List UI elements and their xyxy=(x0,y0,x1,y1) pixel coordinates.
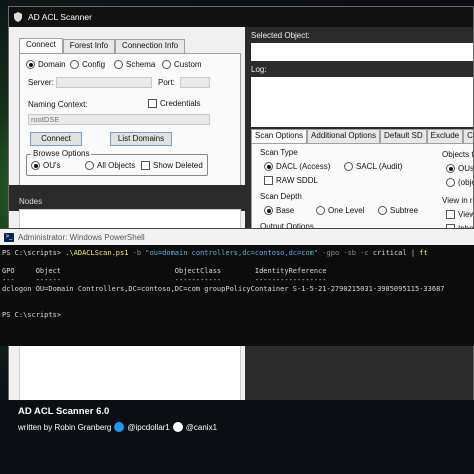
tab-exclude[interactable]: Exclude xyxy=(426,129,464,143)
credits-footer: AD ACL Scanner 6.0 written by Robin Gran… xyxy=(0,400,474,474)
powershell-icon: >_ xyxy=(4,232,14,242)
tab-compare[interactable]: Compa xyxy=(463,129,473,143)
ad-acl-scanner-window: AD ACL Scanner Connect Forest Info Conne… xyxy=(8,6,474,406)
tab-additional-options[interactable]: Additional Options xyxy=(307,129,380,143)
raw-sddl-checkbox[interactable]: RAW SDDL xyxy=(264,176,318,185)
selected-object-field[interactable] xyxy=(251,43,473,61)
output-row: dclogon OU=Domain Controllers,DC=contoso… xyxy=(2,285,445,293)
radio-domain[interactable]: Domain xyxy=(26,60,66,69)
log-label: Log: xyxy=(251,65,267,74)
powershell-titlebar: >_ Administrator: Windows PowerShell xyxy=(0,229,474,245)
window-titlebar: AD ACL Scanner xyxy=(9,7,473,27)
server-label: Server: xyxy=(28,78,54,87)
radio-ous[interactable]: OU's xyxy=(31,161,61,170)
naming-context-label: Naming Context: xyxy=(28,100,88,109)
radio-sacl[interactable]: SACL (Audit) xyxy=(344,162,402,171)
radio-config[interactable]: Config xyxy=(70,60,105,69)
naming-context-input[interactable]: rootDSE xyxy=(28,114,210,125)
radio-ous-target[interactable]: OUs xyxy=(446,164,473,173)
selected-object-label: Selected Object: xyxy=(251,31,310,40)
left-pane: Connect Forest Info Connection Info Doma… xyxy=(9,27,245,405)
browse-options-label: Browse Options xyxy=(31,149,92,158)
port-label: Port: xyxy=(158,78,175,87)
server-input[interactable] xyxy=(56,77,152,88)
product-title: AD ACL Scanner 6.0 xyxy=(18,406,110,417)
tab-connection-info[interactable]: Connection Info xyxy=(115,39,186,53)
tab-connect[interactable]: Connect xyxy=(19,38,63,53)
command-line: PS C:\scripts> .\ADACLScan.ps1 -b "ou=do… xyxy=(2,249,428,257)
tab-default-sd[interactable]: Default SD xyxy=(379,129,427,143)
radio-dacl[interactable]: DACL (Access) xyxy=(264,162,330,171)
scan-tabs: Scan Options Additional Options Default … xyxy=(251,129,473,143)
objects-to-label: Objects to xyxy=(442,150,474,159)
author-text: written by Robin Granberg xyxy=(18,422,112,432)
author-credit: written by Robin Granberg @ipcdollar1 @c… xyxy=(18,422,217,432)
github-handle[interactable]: @canix1 xyxy=(186,423,217,432)
prompt-line: PS C:\scripts> xyxy=(2,311,66,319)
powershell-title: Administrator: Windows PowerShell xyxy=(18,232,145,242)
nodes-header-bar xyxy=(9,185,245,211)
radio-subtree[interactable]: Subtree xyxy=(378,206,418,215)
app-shield-icon xyxy=(14,12,22,22)
credentials-checkbox[interactable]: Credentials xyxy=(148,99,200,108)
list-domains-button[interactable]: List Domains xyxy=(110,132,172,146)
connect-tabs: Connect Forest Info Connection Info xyxy=(19,38,186,53)
nodes-label: Nodes xyxy=(19,197,43,206)
view-checkbox[interactable]: View xyxy=(446,210,473,219)
scan-type-label: Scan Type xyxy=(260,148,298,157)
output-header: GPO Object ObjectClass IdentityReference xyxy=(2,267,327,275)
output-separator: --- ------ ----------- ----------------- xyxy=(2,276,327,284)
scan-depth-label: Scan Depth xyxy=(260,192,302,201)
tab-forest-info[interactable]: Forest Info xyxy=(62,39,116,53)
show-deleted-checkbox[interactable]: Show Deleted xyxy=(141,161,203,170)
port-input[interactable] xyxy=(180,77,210,88)
radio-all-objects[interactable]: All Objects xyxy=(85,161,135,170)
github-icon xyxy=(172,422,183,432)
twitter-icon xyxy=(114,422,125,432)
connect-button[interactable]: Connect xyxy=(30,132,82,146)
browse-options-group: Browse Options OU's All Objects Show Del… xyxy=(26,149,208,176)
powershell-window: >_ Administrator: Windows PowerShell PS … xyxy=(0,228,474,346)
radio-custom[interactable]: Custom xyxy=(162,60,202,69)
window-title: AD ACL Scanner xyxy=(28,12,92,22)
radio-schema[interactable]: Schema xyxy=(114,60,155,69)
right-pane: Selected Object: Log: Scan Options Addit… xyxy=(245,27,474,405)
radio-one-level[interactable]: One Level xyxy=(316,206,364,215)
radio-object-target[interactable]: (object xyxy=(446,178,473,187)
log-box[interactable] xyxy=(251,77,473,127)
twitter-handle[interactable]: @ipcdollar1 xyxy=(127,423,169,432)
view-in-report-label: View in report xyxy=(442,196,473,205)
connect-panel: Domain Config Schema Custom Server: Port… xyxy=(19,53,241,205)
tab-scan-options[interactable]: Scan Options xyxy=(251,129,308,143)
radio-base[interactable]: Base xyxy=(264,206,294,215)
